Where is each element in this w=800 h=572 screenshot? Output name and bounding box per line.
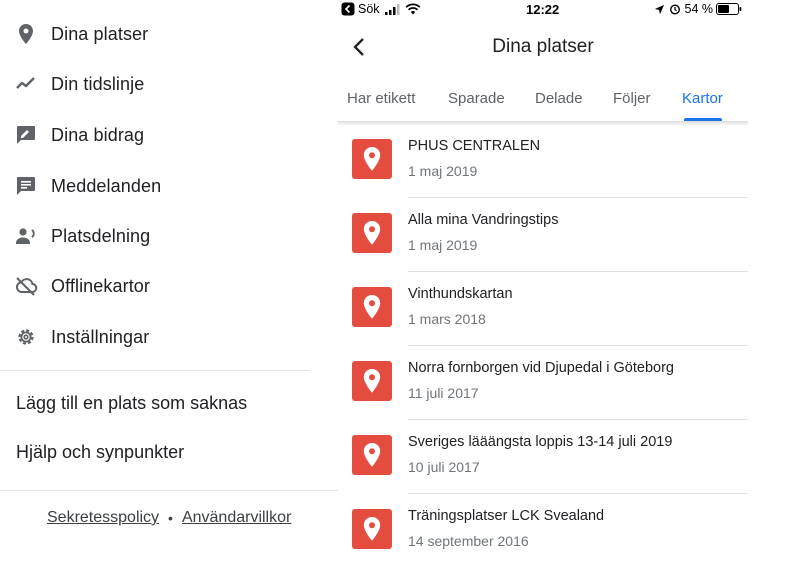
wifi-icon [405,3,420,15]
timeline-icon [16,77,35,89]
gear-icon [18,329,34,345]
map-list-item[interactable]: Sveriges lääängsta loppis 13-14 juli 201… [338,420,748,494]
status-time: 12:22 [526,2,560,17]
add-missing-place-link[interactable]: Lägg till en plats som saknas [16,393,247,414]
map-list-item[interactable]: Träningsplatser LCK Svealand 14 septembe… [338,494,748,568]
map-title: Norra fornborgen vid Djupedal i Göteborg [408,360,674,376]
tab-saved[interactable]: Sparade [448,90,505,107]
map-pin-icon [352,509,392,549]
status-bar: Sök 12:22 54 % [338,0,748,20]
contributions-icon [17,126,35,144]
battery-icon [716,3,742,15]
menu-item-label: Inställningar [51,326,150,347]
map-date: 11 juli 2017 [408,385,479,401]
status-bar-left: Sök [341,2,421,16]
menu-item-your-places[interactable]: Dina platser [0,12,320,56]
map-title: Träningsplatser LCK Svealand [408,508,605,524]
tab-maps[interactable]: Kartor [682,90,723,107]
map-pin-icon [352,361,392,401]
map-date: 14 september 2016 [408,533,529,549]
menu-item-label: Platsdelning [51,225,151,246]
tab-labeled[interactable]: Har etikett [347,90,415,107]
cloud-off-icon [15,277,38,296]
tab-following[interactable]: Följer [613,90,651,107]
your-places-screen: Sök 12:22 54 % Dina platser Har etikett … [338,0,748,572]
map-title: Vinthundskartan [408,286,513,302]
footer-separator: • [168,510,173,526]
map-date: 1 mars 2018 [408,311,486,327]
back-to-app-icon[interactable] [341,2,355,16]
menu-item-label: Dina bidrag [51,124,145,145]
location-pin-icon [19,24,33,44]
menu-item-offline-maps[interactable]: Offlinekartor [0,264,320,308]
tab-shared[interactable]: Delade [535,90,583,107]
map-list-item[interactable]: Norra fornborgen vid Djupedal i Göteborg… [338,346,748,420]
map-list-item[interactable]: Vinthundskartan 1 mars 2018 [338,272,748,346]
back-to-app-label[interactable]: Sök [358,2,380,16]
menu-divider [0,370,310,371]
footer-divider [0,490,340,491]
menu-item-label: Offlinekartor [51,275,151,296]
message-icon [17,177,35,195]
map-pin-icon [352,139,392,179]
map-title: Sveriges lääängsta loppis 13-14 juli 201… [408,434,673,450]
cellular-signal-icon [384,3,400,15]
alarm-icon [669,4,680,15]
map-list-item[interactable]: PHUS CENTRALEN 1 maj 2019 [338,124,748,198]
menu-item-messages[interactable]: Meddelanden [0,164,320,208]
navigation-drawer: Dina platser Din tidslinje Dina bidrag M… [0,0,340,572]
terms-of-service-link[interactable]: Användarvillkor [182,509,291,527]
menu-item-label: Meddelanden [51,175,162,196]
menu-item-settings[interactable]: Inställningar [0,315,320,359]
map-pin-icon [352,435,392,475]
tab-bar: Har etikett Sparade Delade Följer Kartor [338,80,748,122]
map-pin-icon [352,287,392,327]
app-bar: Dina platser [338,22,748,72]
map-list-item[interactable]: Alla mina Vandringstips 1 maj 2019 [338,198,748,272]
map-date: 1 maj 2019 [408,237,478,253]
menu-item-label: Din tidslinje [51,73,145,94]
location-sharing-icon [16,228,35,244]
page-title: Dina platser [492,36,594,57]
help-feedback-link[interactable]: Hjälp och synpunkter [16,442,184,463]
status-bar-right: 54 % [654,2,743,16]
map-title: Alla mina Vandringstips [408,212,559,228]
privacy-policy-link[interactable]: Sekretesspolicy [47,509,159,527]
location-arrow-icon [654,4,664,14]
battery-percentage: 54 % [684,2,714,16]
menu-item-location-sharing[interactable]: Platsdelning [0,214,320,258]
map-title: PHUS CENTRALEN [408,138,541,154]
menu-item-timeline[interactable]: Din tidslinje [0,62,320,106]
map-pin-icon [352,213,392,253]
drawer-footer: Sekretesspolicy • Användarvillkor [47,509,291,527]
menu-item-label: Dina platser [51,23,149,44]
map-date: 10 juli 2017 [408,459,480,475]
map-date: 1 maj 2019 [408,163,478,179]
menu-item-contributions[interactable]: Dina bidrag [0,113,320,157]
